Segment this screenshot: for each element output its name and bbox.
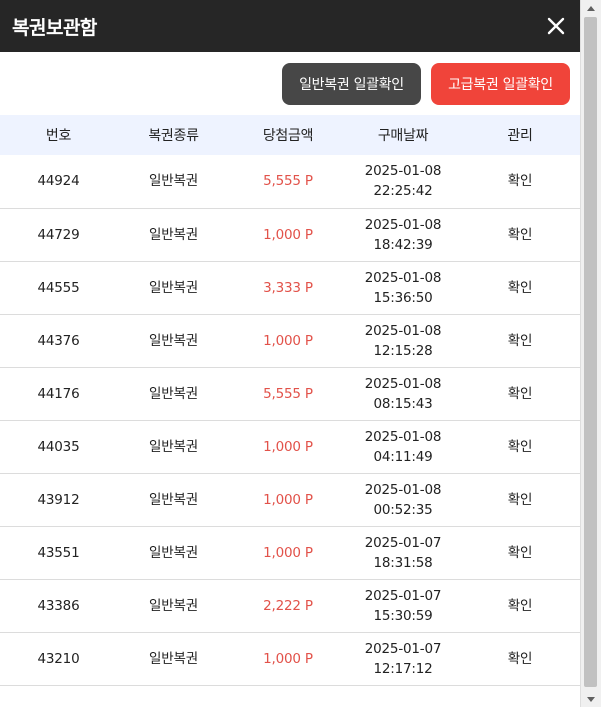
purchase-date: 2025-01-08	[364, 481, 442, 498]
cell-number: 44376	[37, 332, 80, 349]
purchase-time: 15:36:50	[373, 289, 433, 306]
cell-number: 44555	[37, 279, 80, 296]
purchase-date: 2025-01-08	[364, 375, 442, 392]
confirm-link[interactable]: 확인	[460, 420, 580, 473]
table-row: 44376 일반복권 1,000 P 2025-01-08 12:15:28 확인	[0, 314, 580, 367]
cell-type: 일반복권	[149, 650, 198, 667]
scroll-up-arrow-icon[interactable]	[581, 0, 601, 16]
cell-number: 43551	[37, 544, 80, 561]
purchase-time: 08:15:43	[373, 395, 433, 412]
table-row: 44176 일반복권 5,555 P 2025-01-08 08:15:43 확인	[0, 367, 580, 420]
cell-amount: 1,000 P	[263, 332, 313, 349]
purchase-time: 18:31:58	[373, 554, 433, 571]
cell-amount: 2,222 P	[263, 597, 313, 614]
cell-type: 일반복권	[149, 597, 198, 614]
table-row: 44924 일반복권 5,555 P 2025-01-08 22:25:42 확인	[0, 155, 580, 208]
purchase-time: 12:15:28	[373, 342, 433, 359]
purchase-date: 2025-01-08	[364, 322, 442, 339]
cell-amount: 1,000 P	[263, 226, 313, 243]
lottery-table: 번호 복권종류 당첨금액 구매날짜 관리 44924 일반복권 5,555 P 202…	[0, 115, 580, 686]
confirm-link[interactable]: 확인	[460, 208, 580, 261]
confirm-link[interactable]: 확인	[460, 579, 580, 632]
scroll-down-arrow-icon[interactable]	[581, 691, 601, 707]
cell-type: 일반복권	[149, 173, 198, 190]
header-amount: 당첨금액	[262, 128, 314, 144]
cell-type: 일반복권	[149, 438, 198, 455]
cell-type: 일반복권	[149, 279, 198, 296]
cell-type: 일반복권	[149, 332, 198, 349]
cell-date: 2025-01-08 08:15:43	[346, 367, 460, 420]
cell-date: 2025-01-08 04:11:49	[346, 420, 460, 473]
cell-date: 2025-01-08 18:42:39	[346, 208, 460, 261]
scrollbar-thumb[interactable]	[584, 17, 597, 687]
modal-title: 복권보관함	[12, 16, 97, 39]
cell-date: 2025-01-08 12:15:28	[346, 314, 460, 367]
cell-amount: 1,000 P	[263, 438, 313, 455]
header-manage: 관리	[507, 128, 533, 144]
purchase-time: 15:30:59	[373, 607, 433, 624]
table-row: 44555 일반복권 3,333 P 2025-01-08 15:36:50 확인	[0, 261, 580, 314]
cell-number: 43912	[37, 491, 80, 508]
cell-date: 2025-01-07 12:17:12	[346, 632, 460, 685]
header-number: 번호	[45, 128, 72, 144]
cell-amount: 3,333 P	[263, 279, 313, 296]
header-date: 구매날짜	[377, 128, 429, 144]
toolbar: 일반복권 일괄확인 고급복권 일괄확인	[0, 52, 580, 115]
cell-date: 2025-01-07 18:31:58	[346, 526, 460, 579]
cell-date: 2025-01-08 15:36:50	[346, 261, 460, 314]
cell-date: 2025-01-08 22:25:42	[346, 155, 460, 208]
purchase-time: 12:17:12	[373, 660, 433, 677]
cell-type: 일반복권	[149, 491, 198, 508]
cell-number: 44924	[37, 173, 80, 190]
table-row: 43386 일반복권 2,222 P 2025-01-07 15:30:59 확인	[0, 579, 580, 632]
cell-amount: 5,555 P	[263, 173, 313, 190]
close-icon[interactable]	[546, 16, 566, 36]
confirm-link[interactable]: 확인	[460, 526, 580, 579]
cell-number: 43386	[37, 597, 80, 614]
cell-type: 일반복권	[149, 544, 198, 561]
modal-header: 복권보관함	[0, 0, 580, 52]
confirm-link[interactable]: 확인	[460, 314, 580, 367]
confirm-link[interactable]: 확인	[460, 632, 580, 685]
cell-type: 일반복권	[149, 226, 198, 243]
purchase-date: 2025-01-07	[364, 640, 442, 657]
purchase-date: 2025-01-07	[364, 587, 442, 604]
cell-amount: 1,000 P	[263, 650, 313, 667]
cell-amount: 1,000 P	[263, 544, 313, 561]
cell-number: 44176	[37, 385, 80, 402]
cell-number: 44729	[37, 226, 80, 243]
purchase-time: 00:52:35	[373, 501, 433, 518]
confirm-link[interactable]: 확인	[460, 367, 580, 420]
lottery-storage-modal: 복권보관함 일반복권 일괄확인 고급복권 일괄확인 번호 복권종류 당첨금액 구…	[0, 0, 580, 707]
table-row: 44035 일반복권 1,000 P 2025-01-08 04:11:49 확인	[0, 420, 580, 473]
table-row: 43551 일반복권 1,000 P 2025-01-07 18:31:58 확인	[0, 526, 580, 579]
confirm-link[interactable]: 확인	[460, 473, 580, 526]
table-row: 43912 일반복권 1,000 P 2025-01-08 00:52:35 확인	[0, 473, 580, 526]
purchase-time: 22:25:42	[373, 183, 433, 200]
cell-number: 43210	[37, 650, 80, 667]
cell-type: 일반복권	[149, 385, 198, 402]
confirm-link[interactable]: 확인	[460, 261, 580, 314]
table-row: 44729 일반복권 1,000 P 2025-01-08 18:42:39 확인	[0, 208, 580, 261]
purchase-date: 2025-01-08	[364, 428, 442, 445]
purchase-date: 2025-01-07	[364, 534, 442, 551]
normal-bulk-confirm-button[interactable]: 일반복권 일괄확인	[282, 62, 421, 105]
purchase-date: 2025-01-08	[364, 216, 442, 233]
table-row: 43210 일반복권 1,000 P 2025-01-07 12:17:12 확인	[0, 632, 580, 685]
header-type: 복권종류	[148, 128, 199, 144]
scrollbar[interactable]	[580, 0, 601, 707]
premium-bulk-confirm-button[interactable]: 고급복권 일괄확인	[431, 62, 570, 105]
cell-amount: 5,555 P	[263, 385, 313, 402]
table-body: 44924 일반복권 5,555 P 2025-01-08 22:25:42 확인 4472…	[0, 155, 580, 685]
cell-number: 44035	[37, 438, 80, 455]
purchase-date: 2025-01-08	[364, 269, 442, 286]
purchase-time: 04:11:49	[373, 448, 433, 465]
table-header-row: 번호 복권종류 당첨금액 구매날짜 관리	[0, 115, 580, 155]
cell-date: 2025-01-08 00:52:35	[346, 473, 460, 526]
cell-date: 2025-01-07 15:30:59	[346, 579, 460, 632]
purchase-date: 2025-01-08	[364, 163, 442, 180]
cell-amount: 1,000 P	[263, 491, 313, 508]
confirm-link[interactable]: 확인	[460, 155, 580, 208]
purchase-time: 18:42:39	[373, 236, 433, 253]
